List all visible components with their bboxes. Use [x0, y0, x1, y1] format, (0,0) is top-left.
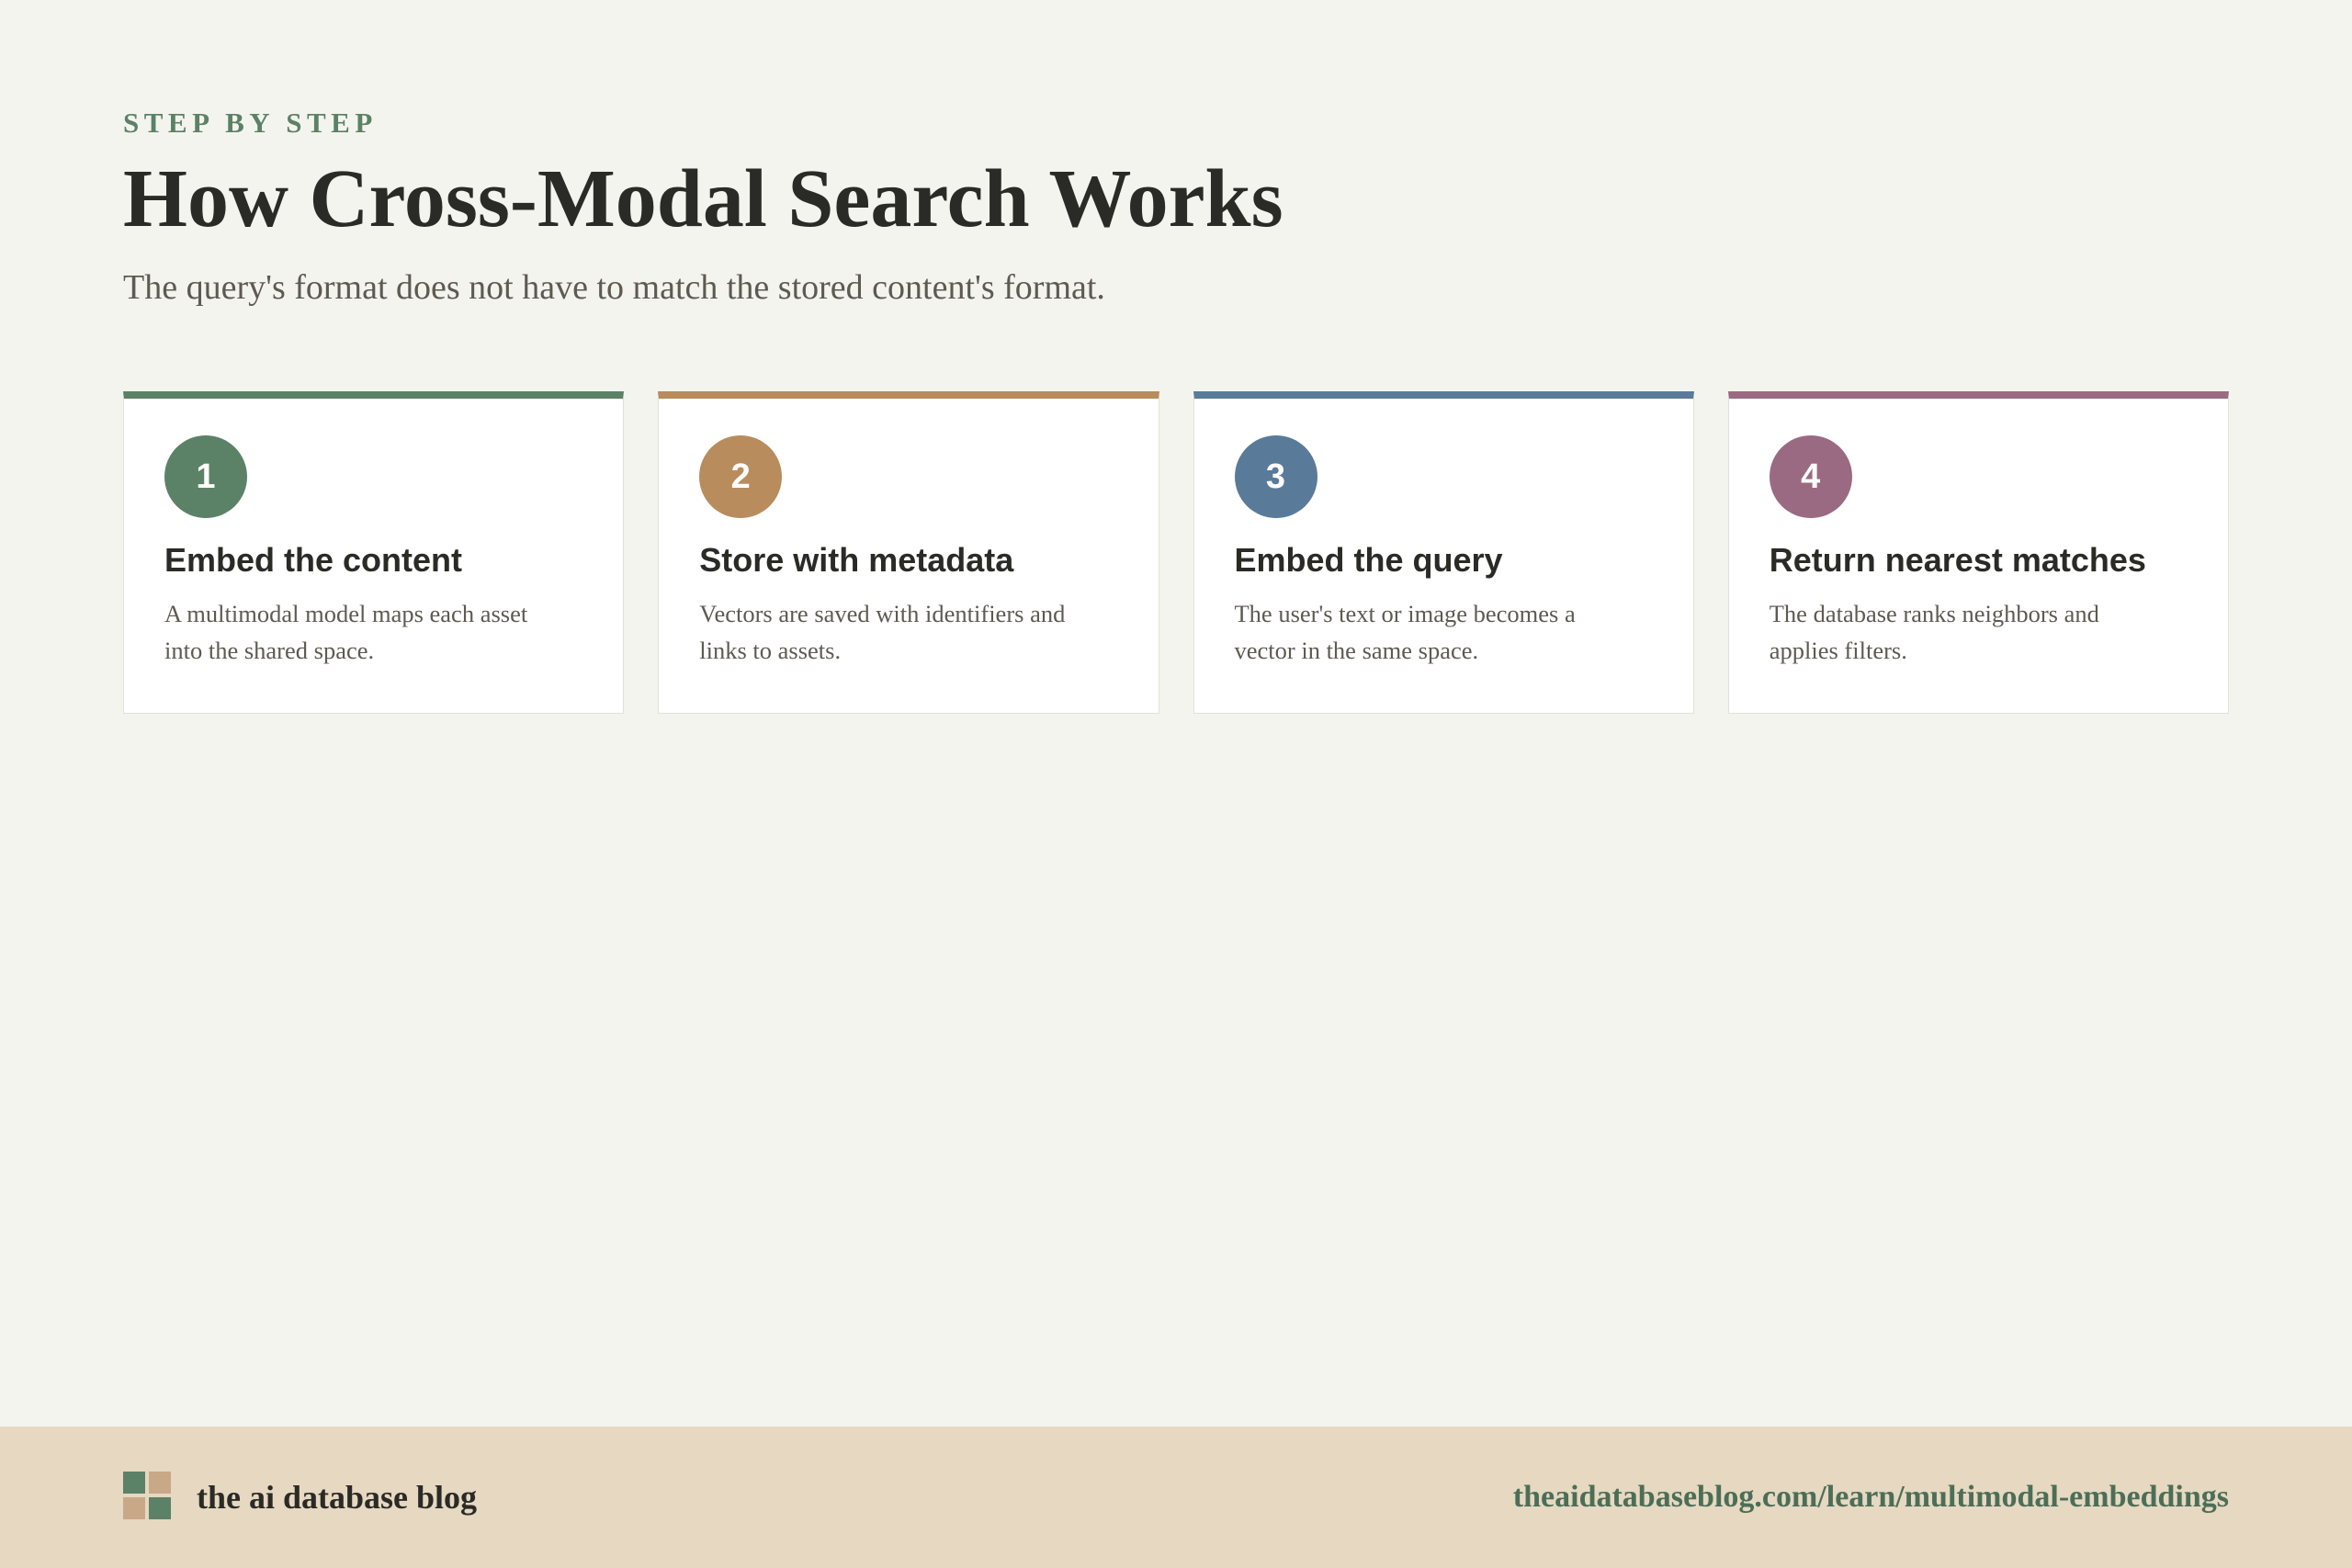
page-title: How Cross-Modal Search Works: [123, 153, 1283, 244]
footer-bar: the ai database blog theaidatabaseblog.c…: [0, 1427, 2352, 1568]
blog-logo-icon: [123, 1472, 175, 1523]
step-description: The database ranks neighbors and applies…: [1769, 600, 2099, 664]
step-description: A multimodal model maps each asset into …: [164, 600, 528, 664]
step-description: Vectors are saved with identifiers and l…: [699, 600, 1066, 664]
step-number-badge: 1: [164, 435, 247, 518]
logo-square: [149, 1497, 171, 1519]
step-number-badge: 4: [1769, 435, 1852, 518]
page-subtitle: The query's format does not have to matc…: [123, 268, 1105, 307]
step-title: Store with metadata: [699, 541, 1014, 579]
steps-row: 1 Embed the content A multimodal model m…: [123, 391, 2229, 714]
step-number-badge: 3: [1234, 435, 1317, 518]
step-title: Return nearest matches: [1769, 541, 2146, 579]
footer-url-link[interactable]: theaidatabaseblog.com/learn/multimodal-e…: [1513, 1480, 2229, 1515]
logo-square: [123, 1497, 145, 1519]
step-card-3: 3 Embed the query The user's text or ima…: [1193, 391, 1694, 714]
step-title: Embed the query: [1234, 541, 1503, 579]
step-title: Embed the content: [164, 541, 463, 579]
step-description: The user's text or image becomes a vecto…: [1234, 600, 1576, 664]
logo-square: [149, 1472, 171, 1494]
page-header: STEP BY STEP How Cross-Modal Search Work…: [123, 103, 2229, 312]
step-card-4: 4 Return nearest matches The database ra…: [1727, 391, 2229, 714]
eyebrow-label: STEP BY STEP: [123, 107, 378, 139]
brand[interactable]: the ai database blog: [123, 1472, 477, 1523]
step-number-badge: 2: [699, 435, 783, 518]
step-card-2: 2 Store with metadata Vectors are saved …: [658, 391, 1159, 714]
step-card-1: 1 Embed the content A multimodal model m…: [123, 391, 625, 714]
logo-square: [123, 1472, 145, 1494]
brand-name: the ai database blog: [197, 1479, 478, 1516]
